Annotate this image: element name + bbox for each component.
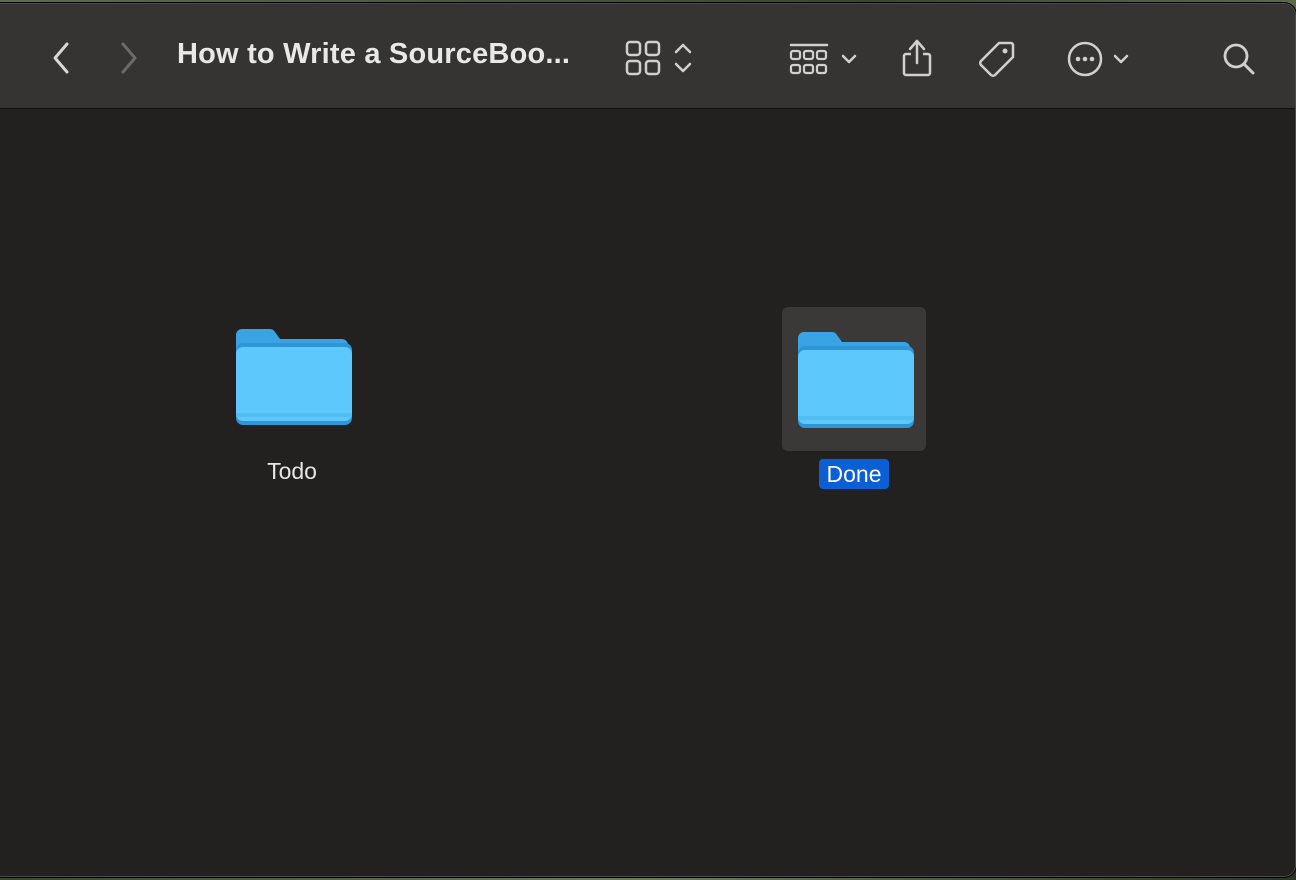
group-button[interactable] [783, 38, 863, 80]
finder-window: How to Write a SourceBoo... Todo Done [0, 3, 1296, 877]
more-actions-button[interactable] [1061, 36, 1135, 82]
tag-icon [979, 41, 1015, 77]
search-button[interactable] [1219, 38, 1259, 80]
chevron-right-icon [121, 42, 137, 74]
back-button[interactable] [43, 38, 79, 78]
file-browser-content[interactable]: Todo Done [0, 109, 1295, 876]
chevron-down-icon [841, 54, 857, 64]
view-mode-button[interactable] [621, 36, 697, 80]
chevron-down-icon [1113, 54, 1129, 64]
ellipsis-circle-icon [1067, 41, 1103, 77]
forward-button[interactable] [111, 38, 147, 78]
tag-button[interactable] [975, 36, 1019, 82]
toolbar: How to Write a SourceBoo... [0, 4, 1295, 109]
group-grid-icon [789, 43, 829, 75]
share-icon [902, 39, 932, 77]
folder-icon [236, 329, 352, 425]
search-icon [1223, 43, 1255, 75]
share-button[interactable] [897, 34, 937, 82]
folder-icon-wrap [220, 304, 364, 448]
folder-label[interactable]: Done [818, 459, 890, 489]
folder-label[interactable]: Todo [259, 456, 325, 486]
folder-item-done[interactable]: Done [782, 307, 926, 489]
chevron-left-icon [53, 42, 69, 74]
folder-icon [798, 332, 914, 428]
grid-view-icon [625, 40, 661, 76]
window-title: How to Write a SourceBoo... [177, 38, 571, 70]
folder-item-todo[interactable]: Todo [220, 304, 364, 486]
up-down-chevron-icon [674, 43, 692, 73]
folder-icon-wrap [782, 307, 926, 451]
